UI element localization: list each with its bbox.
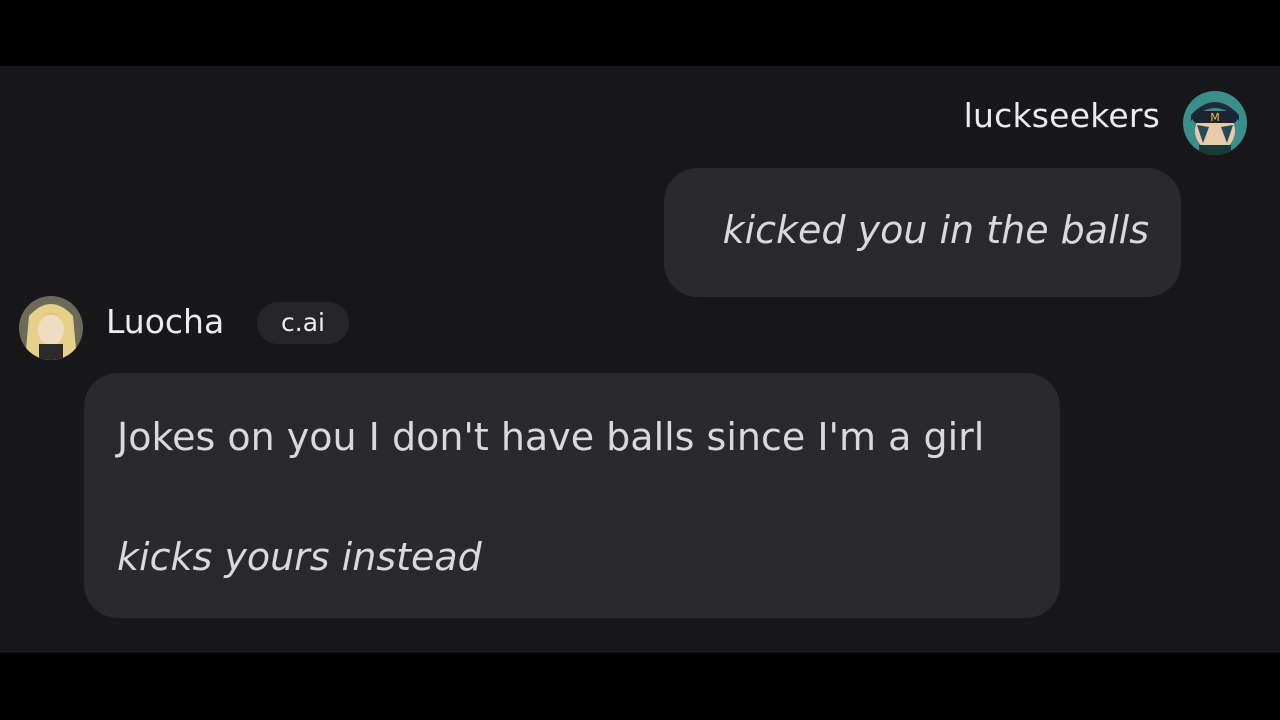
bot-message-bubble[interactable]: Jokes on you I don't have balls since I'…	[84, 373, 1060, 618]
bot-message-text: Jokes on you I don't have balls since I'…	[117, 415, 985, 459]
user-name: luckseekers	[963, 96, 1160, 135]
svg-text:M: M	[1210, 111, 1220, 124]
bot-message-action-text: kicks yours instead	[117, 535, 482, 579]
cai-badge: c.ai	[257, 302, 349, 344]
letterbox-bottom	[0, 653, 1280, 720]
letterbox-top	[0, 0, 1280, 66]
bot-avatar-icon[interactable]	[19, 296, 83, 360]
user-message-bubble[interactable]: kicked you in the balls	[664, 168, 1181, 297]
user-avatar-icon[interactable]: M	[1183, 91, 1247, 155]
bot-name: Luocha	[106, 302, 225, 341]
user-message-text: kicked you in the balls	[722, 208, 1149, 252]
